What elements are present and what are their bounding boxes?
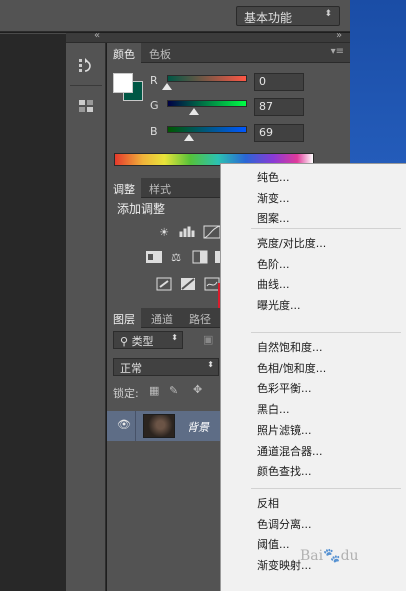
panel-menu-icon[interactable]: ▾≡: [331, 46, 344, 57]
menu-item[interactable]: 照片滤镜...: [257, 421, 312, 441]
collapse-left-icon[interactable]: «: [94, 30, 100, 41]
menu-item[interactable]: 黑白...: [257, 400, 290, 420]
foreground-color-swatch[interactable]: [113, 73, 133, 93]
color-tabbar: 颜色 色板 ▾≡: [107, 43, 350, 63]
layer-divider: [135, 411, 136, 441]
document-canvas: [0, 33, 66, 591]
menu-item[interactable]: 自然饱和度...: [257, 338, 323, 358]
menu-separator: [251, 332, 401, 333]
invert-icon[interactable]: [155, 277, 173, 291]
channel-r-input[interactable]: 0: [254, 73, 304, 91]
chevron-updown-icon: ⬍: [207, 360, 214, 369]
tab-color[interactable]: 颜色: [107, 43, 141, 63]
channel-b-input[interactable]: 69: [254, 124, 304, 142]
menu-item[interactable]: 图案...: [257, 209, 290, 229]
adjust-panel-title: 添加调整: [117, 202, 166, 216]
channel-r-thumb[interactable]: [162, 83, 172, 90]
layer-name[interactable]: 背景: [187, 419, 209, 435]
menu-item[interactable]: 纯色...: [257, 168, 290, 188]
menu-item[interactable]: 色彩平衡...: [257, 379, 312, 399]
collapse-right-icon[interactable]: »: [336, 30, 342, 41]
menu-item[interactable]: 色阶...: [257, 255, 290, 275]
channel-g-slider[interactable]: [167, 100, 247, 107]
lock-move-icon[interactable]: ✥: [193, 383, 202, 396]
channel-g-input[interactable]: 87: [254, 98, 304, 116]
menu-separator: [251, 228, 401, 229]
search-icon: ⚲: [120, 335, 132, 348]
canvas-divider: [0, 33, 66, 34]
toolcol-divider: [70, 85, 102, 86]
color-balance-icon[interactable]: ⚖: [167, 250, 185, 264]
menu-item[interactable]: 通道混合器...: [257, 442, 323, 462]
tab-layers[interactable]: 图层: [107, 308, 141, 328]
levels-icon[interactable]: [179, 225, 197, 239]
menu-item[interactable]: 曝光度...: [257, 296, 301, 316]
channel-g-label: G: [150, 99, 159, 112]
layer-filter-value: 类型: [131, 335, 154, 348]
tab-paths[interactable]: 路径: [183, 308, 217, 328]
menu-item[interactable]: 颜色查找...: [257, 462, 312, 482]
lock-label: 锁定:: [113, 387, 139, 400]
blend-mode-value: 正常: [120, 362, 142, 375]
curves-icon[interactable]: [203, 225, 221, 239]
menu-item[interactable]: 亮度/对比度...: [257, 234, 326, 254]
properties-icon[interactable]: [75, 95, 97, 117]
tab-swatches[interactable]: 色板: [143, 43, 177, 63]
menu-item[interactable]: 曲线...: [257, 275, 290, 295]
baidu-watermark: Bai🐾du: [300, 548, 359, 564]
black-white-icon[interactable]: [191, 250, 209, 264]
collapsed-panel-column: [66, 43, 106, 591]
panel-dock-header: « »: [66, 30, 350, 43]
history-icon[interactable]: [75, 55, 97, 77]
layer-filter-select[interactable]: ⚲ 类型 ⬍: [113, 331, 183, 349]
menu-item[interactable]: 色相/饱和度...: [257, 359, 326, 379]
workspace-switcher[interactable]: 基本功能 ⬍: [236, 6, 340, 26]
blend-mode-select[interactable]: 正常 ⬍: [113, 358, 219, 376]
menu-item[interactable]: 阈值...: [257, 535, 290, 555]
tab-adjustments[interactable]: 调整: [107, 178, 141, 198]
menu-item[interactable]: 反相: [257, 494, 279, 514]
channel-b-label: B: [150, 125, 158, 138]
workspace-label: 基本功能: [244, 11, 293, 25]
menu-item[interactable]: 渐变...: [257, 189, 290, 209]
exposure-icon[interactable]: [145, 250, 163, 264]
eye-icon[interactable]: 👁: [117, 418, 131, 431]
channel-r-label: R: [150, 74, 158, 87]
channel-b-thumb[interactable]: [183, 134, 194, 141]
channel-g-thumb[interactable]: [189, 108, 200, 115]
tab-styles[interactable]: 样式: [143, 178, 177, 198]
tab-channels[interactable]: 通道: [145, 308, 179, 328]
lock-brush-icon[interactable]: ✎: [169, 384, 178, 397]
chevron-updown-icon: ⬍: [324, 9, 332, 19]
channel-b-slider[interactable]: [167, 126, 247, 133]
chevron-updown-icon: ⬍: [171, 333, 178, 342]
menu-item[interactable]: 色调分离...: [257, 515, 312, 535]
menu-separator: [251, 488, 401, 489]
lock-transparent-icon[interactable]: ▦: [149, 384, 159, 397]
posterize-icon[interactable]: [179, 277, 197, 291]
layer-thumbnail: [143, 414, 175, 438]
image-filter-icon[interactable]: ▣: [203, 333, 213, 346]
channel-r-slider[interactable]: [167, 75, 247, 82]
brightness-icon[interactable]: ☀: [155, 225, 173, 239]
adjustment-context-menu: 纯色... 渐变... 图案... 亮度/对比度... 色阶... 曲线... 曝光度...…: [220, 163, 406, 591]
